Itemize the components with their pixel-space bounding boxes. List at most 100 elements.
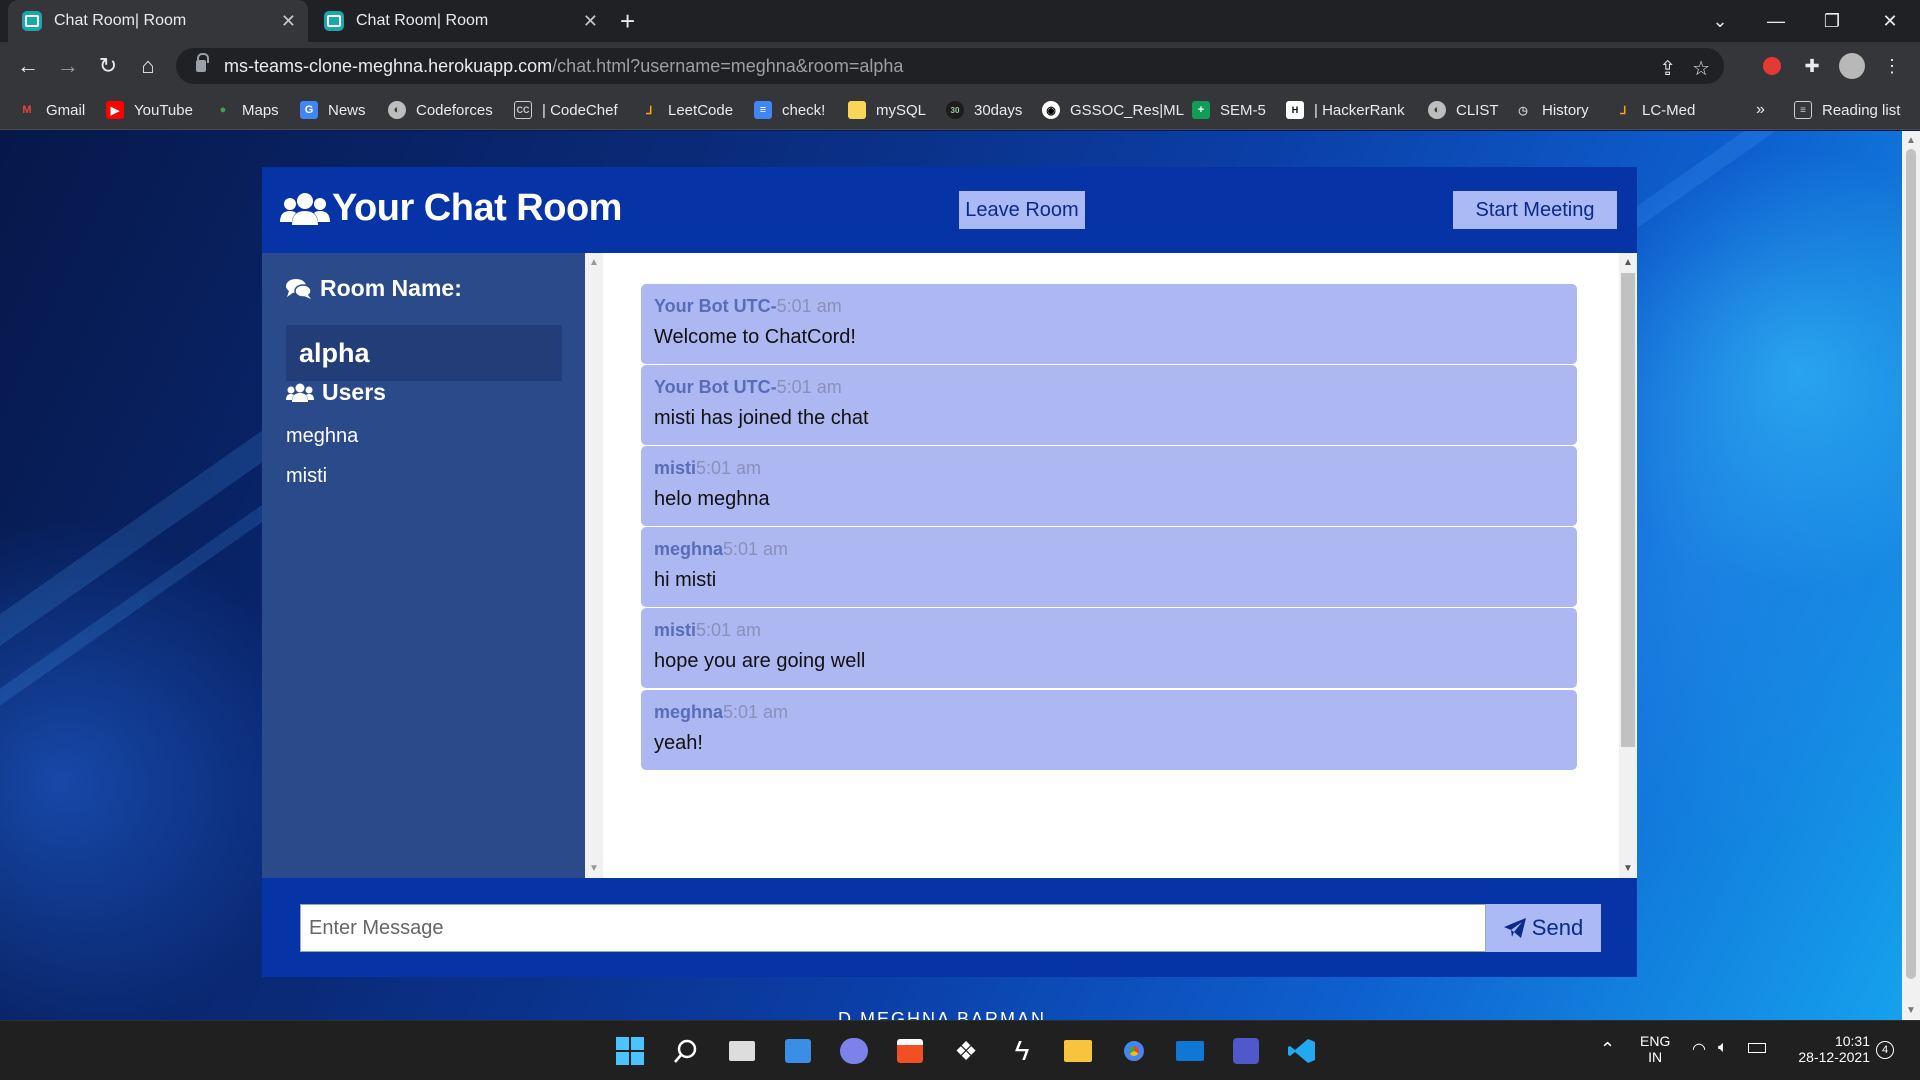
bookmark-clist[interactable]: ◐ CLIST <box>1428 90 1499 130</box>
bookmark-youtube[interactable]: ▶ YouTube <box>106 90 193 130</box>
share-icon[interactable]: ⇪ <box>1659 56 1676 81</box>
mail-icon[interactable] <box>1170 1031 1210 1071</box>
chat-message: Your Bot UTC-5:01 am Welcome to ChatCord… <box>641 284 1577 364</box>
sheets-icon: + <box>1192 101 1210 119</box>
message-meta: meghna5:01 am <box>654 702 1564 726</box>
tab-search-chevron-icon[interactable]: ⌄ <box>1692 0 1748 42</box>
wifi-icon[interactable]: ◠ <box>1692 1039 1706 1059</box>
bookmark-lcmed[interactable]: ᒧ LC-Med <box>1614 90 1696 130</box>
teams-icon[interactable] <box>1226 1031 1266 1071</box>
vscode-icon[interactable] <box>1282 1031 1322 1071</box>
scroll-up-arrow-icon[interactable]: ▲ <box>1906 135 1916 146</box>
microsoft-store-icon[interactable] <box>890 1031 930 1071</box>
page-scrollbar[interactable]: ▲ ▼ <box>1902 131 1920 1020</box>
dropbox-icon[interactable]: ❖ <box>946 1031 986 1071</box>
address-bar[interactable]: ms-teams-clone-meghna.herokuapp.com/chat… <box>176 48 1724 84</box>
keep-note-icon <box>848 101 866 119</box>
chat-container: Your Chat Room Leave Room Start Meeting … <box>262 167 1637 977</box>
room-name: alpha <box>286 325 562 381</box>
30days-icon: 30 <box>946 101 964 119</box>
minimize-button[interactable]: — <box>1748 0 1804 42</box>
chrome-icon[interactable] <box>1114 1031 1154 1071</box>
bookmark-codeforces[interactable]: ◐ Codeforces <box>388 90 493 130</box>
bookmark-codechef[interactable]: CC | CodeChef <box>514 90 618 130</box>
clock[interactable]: 10:31 28-12-2021 <box>1790 1033 1870 1065</box>
task-view-icon[interactable] <box>722 1031 762 1071</box>
home-button[interactable]: ⌂ <box>132 50 164 82</box>
start-windows-icon[interactable] <box>610 1031 650 1071</box>
scroll-up-arrow-icon[interactable]: ▲ <box>589 257 599 268</box>
bookmark-news[interactable]: G News <box>300 90 366 130</box>
restore-button[interactable]: ❐ <box>1804 0 1860 42</box>
teams-chat-icon[interactable] <box>834 1031 874 1071</box>
users-icon <box>286 383 314 402</box>
reload-button[interactable]: ↻ <box>92 50 124 82</box>
message-time: 5:01 am <box>696 620 762 640</box>
file-explorer-icon[interactable] <box>1058 1031 1098 1071</box>
search-icon[interactable] <box>666 1031 706 1071</box>
lock-icon[interactable] <box>196 53 209 72</box>
scroll-down-arrow-icon[interactable]: ▼ <box>1906 1005 1916 1016</box>
bookmark-leetcode[interactable]: ᒧ LeetCode <box>640 90 733 130</box>
profile-avatar[interactable] <box>1838 52 1866 80</box>
tab-title: Chat Room| Room <box>54 12 187 29</box>
start-meeting-button[interactable]: Start Meeting <box>1453 191 1617 229</box>
github-icon: ◉ <box>1042 101 1060 119</box>
bookmark-check[interactable]: ≡ check! <box>754 90 825 130</box>
more-bookmarks-button[interactable]: » <box>1756 90 1765 130</box>
battery-icon[interactable] <box>1748 1043 1766 1053</box>
bookmark-sem5[interactable]: + SEM-5 <box>1192 90 1266 130</box>
message-text: misti has joined the chat <box>654 407 869 429</box>
leave-room-button[interactable]: Leave Room <box>959 191 1085 229</box>
page-background: Your Chat Room Leave Room Start Meeting … <box>0 131 1920 1020</box>
volume-icon[interactable]: 🔈︎ <box>1718 1039 1728 1057</box>
scrollbar-thumb[interactable] <box>1621 273 1635 747</box>
close-tab-icon[interactable]: ✕ <box>583 11 598 32</box>
docs-icon: ≡ <box>754 101 772 119</box>
scroll-up-arrow-icon[interactable]: ▲ <box>1623 257 1633 268</box>
extensions-puzzle-icon[interactable]: ✚ <box>1798 52 1826 80</box>
back-button[interactable]: ← <box>12 50 44 82</box>
reading-list-button[interactable]: ≡ Reading list <box>1794 90 1900 130</box>
extension-red-icon[interactable] <box>1758 52 1786 80</box>
close-window-button[interactable]: ✕ <box>1862 0 1918 42</box>
leetcode-icon: ᒧ <box>645 104 653 117</box>
bookmark-30days[interactable]: 30 30days <box>946 90 1022 130</box>
message-time: 5:01 am <box>723 539 789 559</box>
forward-button[interactable]: → <box>52 50 84 82</box>
messages-scrollbar[interactable]: ▲ ▼ <box>1619 253 1637 878</box>
browser-toolbar: ← → ↻ ⌂ ms-teams-clone-meghna.herokuapp.… <box>0 42 1920 90</box>
codechef-icon: CC <box>514 101 532 119</box>
new-tab-button[interactable]: + <box>620 6 635 37</box>
send-button[interactable]: Send <box>1486 904 1601 952</box>
bookmark-maps[interactable]: ● Maps <box>214 90 279 130</box>
bookmark-hackerrank[interactable]: H | HackerRank <box>1286 90 1405 130</box>
show-hidden-icons-chevron-icon[interactable]: ⌃ <box>1600 1039 1615 1060</box>
url-path: /chat.html?username=meghna&room=alpha <box>552 55 904 76</box>
language-indicator[interactable]: ENG IN <box>1640 1033 1670 1065</box>
bookmark-mysql[interactable]: mySQL <box>848 90 926 130</box>
bookmark-history[interactable]: ◷ History <box>1514 90 1588 130</box>
widgets-icon[interactable] <box>778 1031 818 1071</box>
room-name-heading: Room Name: <box>286 275 462 302</box>
browser-tab-1[interactable]: Chat Room| Room ✕ <box>8 0 308 42</box>
bookmark-gssoc[interactable]: ◉ GSSOC_Res|ML <box>1042 90 1184 130</box>
message-input[interactable] <box>300 904 1486 952</box>
news-icon: G <box>300 101 318 119</box>
notification-badge[interactable]: 4 <box>1876 1041 1894 1059</box>
scroll-down-arrow-icon[interactable]: ▼ <box>1623 863 1633 874</box>
chat-form: Send <box>262 878 1637 977</box>
menu-kebab-icon[interactable]: ⋮ <box>1878 52 1906 80</box>
message-user: Your Bot UTC- <box>654 296 777 316</box>
lightning-app-icon[interactable]: ϟ <box>1002 1031 1042 1071</box>
sidebar-scrollbar[interactable]: ▲ ▼ <box>585 253 603 878</box>
bookmark-gmail[interactable]: M Gmail <box>18 90 85 130</box>
leetcode-icon: ᒧ <box>1619 104 1627 117</box>
close-tab-icon[interactable]: ✕ <box>281 11 296 32</box>
scroll-down-arrow-icon[interactable]: ▼ <box>589 863 599 874</box>
reading-list-icon: ≡ <box>1794 101 1812 119</box>
scrollbar-thumb[interactable] <box>1906 149 1916 979</box>
youtube-icon: ▶ <box>106 101 124 119</box>
browser-tab-2[interactable]: Chat Room| Room ✕ <box>310 0 610 42</box>
bookmark-star-icon[interactable]: ☆ <box>1692 56 1710 81</box>
